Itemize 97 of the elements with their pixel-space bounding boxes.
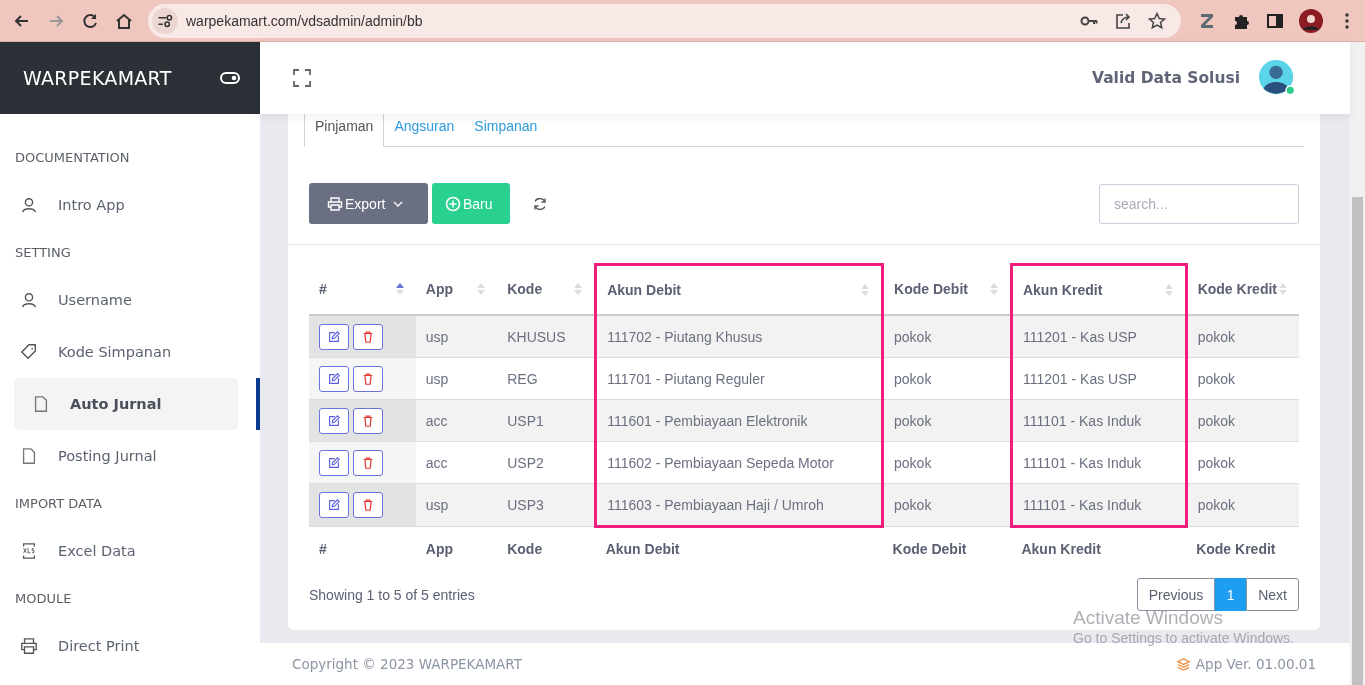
column-footer: #: [309, 526, 416, 570]
site-settings-icon[interactable]: [152, 7, 178, 34]
table-cell: acc: [415, 399, 498, 442]
layers-icon: [1175, 656, 1191, 672]
edit-icon: [327, 329, 341, 344]
activation-text: Go to Settings to activate Windows.: [1073, 630, 1294, 646]
sidebar-item[interactable]: Auto Jurnal: [14, 378, 238, 430]
file-icon: [32, 395, 50, 413]
avatar-icon[interactable]: [1258, 59, 1296, 97]
delete-button[interactable]: [353, 492, 383, 518]
star-icon[interactable]: [1147, 10, 1167, 31]
pagination-button[interactable]: Next: [1246, 578, 1299, 611]
table-cell: 111601 - Pembiayaan Elektronik: [595, 399, 883, 442]
edit-button[interactable]: [319, 323, 349, 350]
sidebar-item[interactable]: Excel Data: [14, 525, 242, 577]
table-cell: 111603 - Pembiayaan Haji / Umroh: [595, 483, 883, 527]
toggle-icon[interactable]: [220, 72, 240, 84]
table-cell: pokok: [882, 483, 1012, 527]
sidebar-item[interactable]: Direct Print: [14, 620, 242, 672]
pagination-button[interactable]: Previous: [1136, 578, 1216, 611]
column-footer: App: [415, 526, 498, 570]
active-indicator: [256, 378, 260, 430]
table-cell: pokok: [1186, 315, 1299, 358]
share-icon[interactable]: [1113, 10, 1133, 31]
table-cell: pokok: [1186, 483, 1299, 527]
table-cell: usp: [415, 483, 498, 527]
section-heading: IMPORT DATA: [14, 496, 103, 511]
edit-icon: [327, 455, 341, 470]
table-cell: USP2: [497, 441, 596, 484]
section-heading: MODULE: [14, 591, 73, 606]
plus-circle-icon: [445, 195, 461, 212]
edit-button[interactable]: [319, 449, 349, 476]
brand-name: WARPEKAMART: [23, 67, 173, 89]
refresh-icon[interactable]: [532, 195, 548, 212]
column-footer: Akun Debit: [595, 526, 883, 570]
printer-icon: [20, 637, 38, 655]
section-heading: DOCUMENTATION: [14, 150, 131, 165]
user-icon: [20, 291, 38, 309]
user-icon: [20, 196, 38, 214]
section-heading: SETTING: [14, 245, 72, 260]
table-cell: pokok: [1186, 357, 1299, 400]
address-bar[interactable]: warpekamart.com/vdsadmin/admin/bb: [148, 3, 1181, 38]
edit-button[interactable]: [319, 492, 349, 518]
table-cell: pokok: [1186, 441, 1299, 484]
search-field[interactable]: search...: [1099, 183, 1299, 224]
delete-button[interactable]: [353, 323, 383, 350]
table-cell: USP3: [497, 483, 596, 527]
trash-icon: [361, 455, 375, 470]
column-footer: Kode Debit: [882, 526, 1012, 570]
entries-info: Showing 1 to 5 of 5 entries: [309, 586, 475, 603]
edit-icon: [327, 371, 341, 386]
column-footer: Kode Kredit: [1186, 526, 1299, 570]
table-cell: pokok: [882, 357, 1012, 400]
edit-icon: [327, 498, 341, 512]
column-footer: Kode: [497, 526, 596, 570]
trash-icon: [361, 498, 375, 512]
profile-avatar-icon[interactable]: [1299, 8, 1323, 33]
sidebar-item[interactable]: Kode Simpanan: [14, 326, 242, 378]
export-button[interactable]: Export: [309, 183, 428, 224]
table-cell: 111101 - Kas Induk: [1011, 399, 1187, 442]
trash-icon: [361, 413, 375, 428]
table-cell: usp: [415, 357, 498, 400]
edit-button[interactable]: [319, 365, 349, 392]
trash-icon: [361, 371, 375, 386]
table-cell: 111101 - Kas Induk: [1011, 483, 1187, 527]
tab[interactable]: Pinjaman: [304, 114, 385, 147]
trash-icon: [361, 329, 375, 344]
copyright-text: Copyright © 2023 WARPEKAMART: [292, 656, 522, 672]
table-cell: pokok: [882, 441, 1012, 484]
table-cell: 111201 - Kas USP: [1011, 315, 1187, 358]
table-cell: pokok: [882, 399, 1012, 442]
delete-button[interactable]: [353, 365, 383, 392]
edit-icon: [327, 413, 341, 428]
file-icon: [20, 447, 38, 465]
edit-button[interactable]: [319, 407, 349, 434]
sidebar-item[interactable]: Posting Jurnal: [14, 430, 242, 482]
caret-icon: [393, 200, 404, 207]
tag-icon: [20, 343, 38, 361]
sidebar-item[interactable]: Username: [14, 274, 242, 326]
fullscreen-icon[interactable]: [292, 68, 312, 88]
column-footer: Akun Kredit: [1011, 526, 1187, 570]
table-cell: acc: [415, 441, 498, 484]
table-cell: 111702 - Piutang Khusus: [595, 315, 883, 358]
version-text: App Ver. 01.00.01: [1195, 656, 1316, 672]
user-name[interactable]: Valid Data Solusi: [1092, 69, 1240, 87]
delete-button[interactable]: [353, 449, 383, 476]
delete-button[interactable]: [353, 407, 383, 434]
table-cell: usp: [415, 315, 498, 358]
table-cell: REG: [497, 357, 596, 400]
table-cell: pokok: [882, 315, 1012, 358]
printer-icon: [327, 195, 343, 212]
table-cell: pokok: [1186, 399, 1299, 442]
sidebar-item[interactable]: Intro App: [14, 179, 242, 231]
table-cell: USP1: [497, 399, 596, 442]
spreadsheet-icon: [20, 542, 38, 560]
url-text: warpekamart.com/vdsadmin/admin/bb: [186, 12, 423, 29]
table-cell: KHUSUS: [497, 315, 596, 358]
